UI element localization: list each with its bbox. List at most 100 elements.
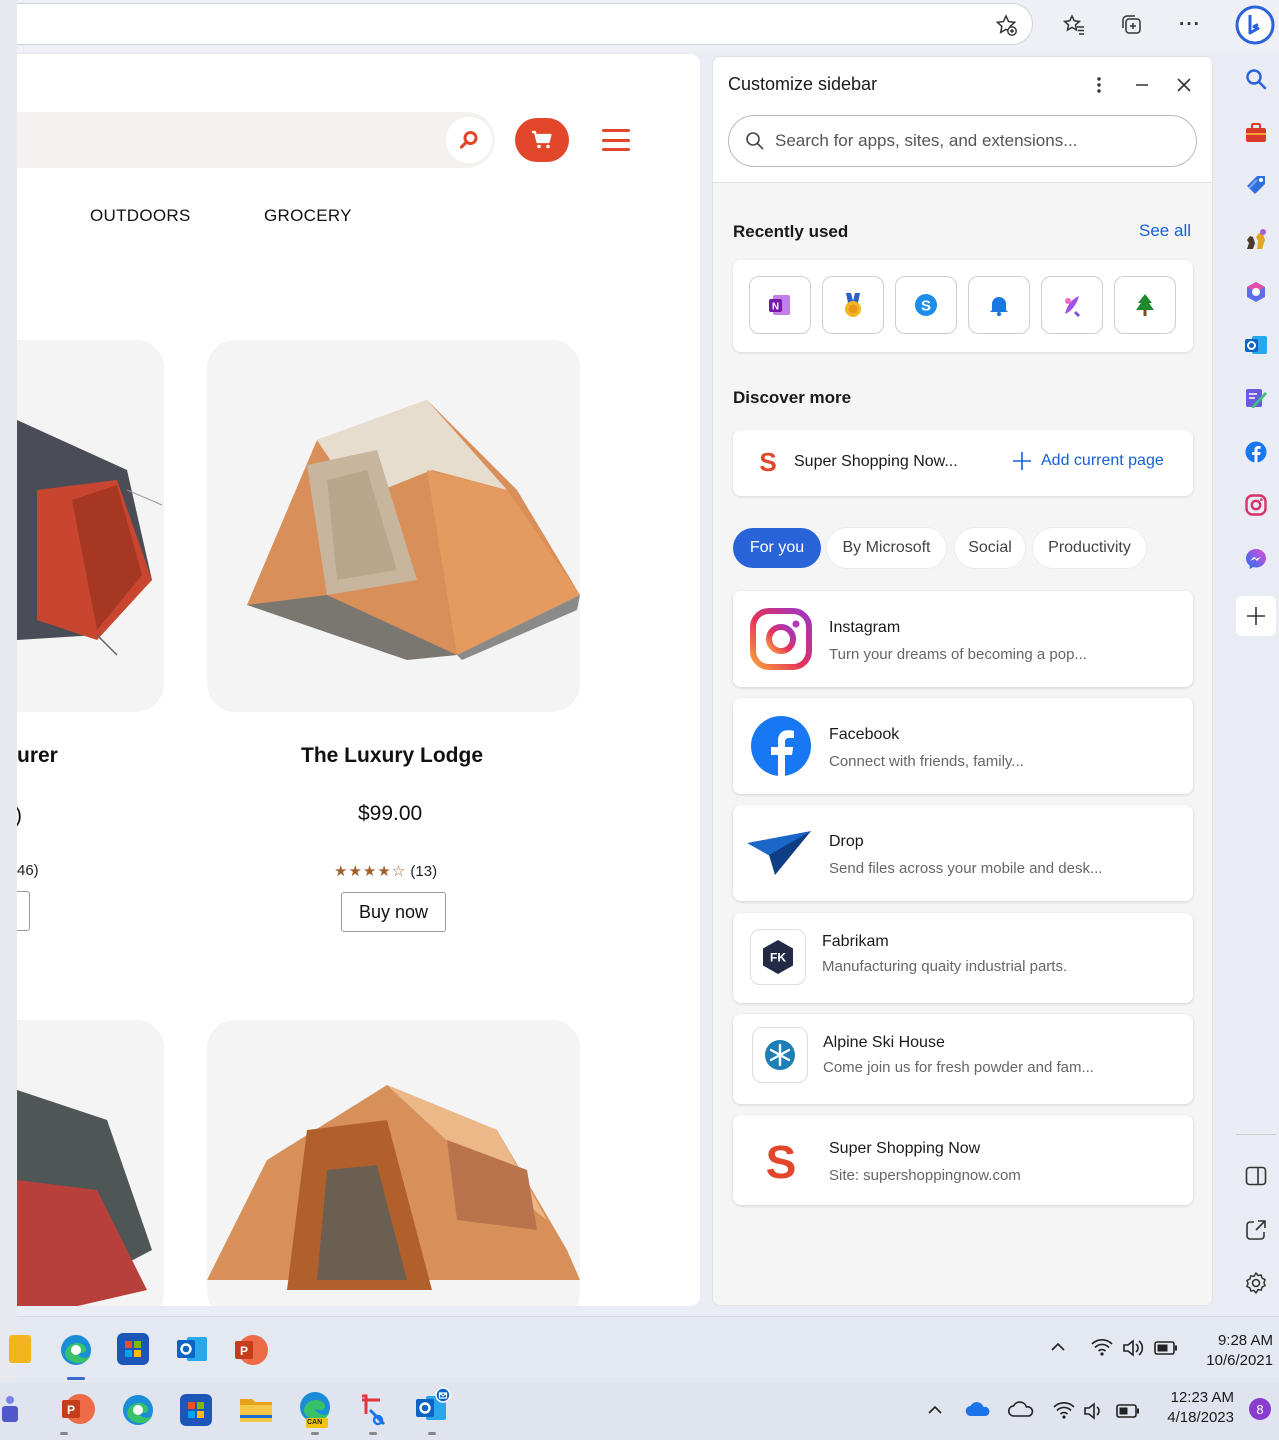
product-title[interactable]: The Luxury Lodge bbox=[301, 744, 483, 768]
messenger-icon[interactable] bbox=[1241, 544, 1271, 574]
tree-icon[interactable] bbox=[1114, 276, 1176, 334]
chip-for-you[interactable]: For you bbox=[733, 528, 821, 568]
chip-by-microsoft[interactable]: By Microsoft bbox=[827, 528, 946, 568]
cart-button[interactable] bbox=[515, 118, 569, 162]
chip-social[interactable]: Social bbox=[955, 528, 1025, 568]
edge-dev-icon[interactable] bbox=[120, 1392, 156, 1428]
favorites-icon[interactable] bbox=[1057, 8, 1091, 42]
app-card-instagram[interactable]: Instagram Turn your dreams of becoming a… bbox=[733, 591, 1193, 687]
chip-productivity[interactable]: Productivity bbox=[1033, 528, 1146, 568]
file-explorer-icon[interactable] bbox=[239, 1394, 273, 1424]
product-card-image[interactable] bbox=[17, 340, 164, 712]
add-current-page-button[interactable]: Add current page bbox=[1011, 450, 1164, 472]
battery-icon[interactable] bbox=[1116, 1404, 1140, 1423]
games-icon[interactable] bbox=[1241, 224, 1271, 254]
volume-icon[interactable] bbox=[1083, 1401, 1105, 1426]
teams-icon[interactable] bbox=[0, 1394, 18, 1424]
discover-more-title: Discover more bbox=[733, 388, 852, 407]
nav-outdoors[interactable]: OUTDOORS bbox=[90, 206, 191, 226]
app-card-drop[interactable]: Drop Send files across your mobile and d… bbox=[733, 805, 1193, 901]
app-card-facebook[interactable]: Facebook Connect with friends, family... bbox=[733, 698, 1193, 794]
product-rating: ★★★★☆ (13) bbox=[334, 862, 437, 880]
taskbar-primary: P 9:28 AM 10/6/2021 bbox=[9, 1316, 1279, 1382]
microsoft-365-icon[interactable] bbox=[1241, 277, 1271, 307]
super-shopping-logo-icon: S bbox=[761, 1136, 801, 1184]
search-icon[interactable] bbox=[1241, 64, 1271, 94]
outlook-icon[interactable] bbox=[414, 1386, 452, 1426]
open-external-icon[interactable] bbox=[1241, 1215, 1271, 1245]
super-shopping-logo-icon: S bbox=[757, 447, 779, 477]
chevron-up-icon[interactable] bbox=[927, 1402, 943, 1423]
app-card-fabrikam[interactable]: FK Fabrikam Manufacturing quaity industr… bbox=[733, 913, 1193, 1003]
app-name: Fabrikam bbox=[822, 933, 889, 950]
search-input[interactable] bbox=[775, 128, 1175, 154]
hamburger-menu-icon[interactable] bbox=[600, 125, 632, 155]
clock-date: 10/6/2021 bbox=[1206, 1352, 1273, 1369]
notification-badge[interactable]: 8 bbox=[1249, 1398, 1271, 1420]
shopping-tag-icon[interactable] bbox=[1241, 170, 1271, 200]
see-all-link[interactable]: See all bbox=[1139, 221, 1191, 241]
split-screen-icon[interactable] bbox=[1241, 1161, 1271, 1191]
snipping-tool-icon[interactable] bbox=[356, 1392, 390, 1428]
buy-now-button[interactable]: Buy now bbox=[341, 892, 446, 932]
nav-grocery[interactable]: GROCERY bbox=[264, 206, 352, 226]
bing-icon[interactable] bbox=[1234, 4, 1276, 46]
file-explorer-icon[interactable] bbox=[9, 1335, 31, 1363]
buy-now-button[interactable] bbox=[17, 891, 30, 931]
site-search-bar[interactable] bbox=[17, 112, 495, 168]
product-card-image[interactable] bbox=[17, 1020, 164, 1306]
outlook-icon[interactable] bbox=[1241, 330, 1271, 360]
more-options-icon[interactable] bbox=[1085, 71, 1113, 99]
close-icon[interactable] bbox=[1170, 71, 1198, 99]
alpine-snowflake-icon bbox=[752, 1027, 808, 1083]
svg-text:S: S bbox=[766, 1136, 797, 1184]
designer-icon[interactable] bbox=[1041, 276, 1103, 334]
clock-primary[interactable]: 9:28 AM 10/6/2021 bbox=[1206, 1331, 1273, 1371]
search-icon[interactable] bbox=[446, 117, 492, 163]
product-card-image[interactable] bbox=[207, 340, 580, 712]
skype-icon[interactable]: S bbox=[895, 276, 957, 334]
rewards-icon[interactable] bbox=[822, 276, 884, 334]
panel-header: Customize sidebar bbox=[713, 57, 1212, 183]
product-card-image[interactable] bbox=[207, 1020, 580, 1306]
notifications-icon[interactable] bbox=[968, 276, 1030, 334]
wifi-icon[interactable] bbox=[1090, 1337, 1114, 1362]
collections-icon[interactable] bbox=[1115, 8, 1149, 42]
app-card-alpine-ski-house[interactable]: Alpine Ski House Come join us for fresh … bbox=[733, 1014, 1193, 1104]
instagram-icon[interactable] bbox=[1241, 490, 1271, 520]
panel-search-field[interactable] bbox=[728, 115, 1197, 167]
rating-count: (13) bbox=[410, 863, 438, 880]
cart-icon bbox=[532, 130, 552, 149]
store-icon[interactable] bbox=[180, 1394, 212, 1426]
edge-canary-icon[interactable]: CAN bbox=[297, 1390, 333, 1430]
more-icon[interactable]: ··· bbox=[1173, 8, 1207, 42]
powerpoint-icon[interactable]: P bbox=[60, 1392, 96, 1426]
tools-icon[interactable] bbox=[1241, 118, 1271, 148]
editor-icon[interactable] bbox=[1241, 383, 1271, 413]
address-bar[interactable] bbox=[17, 3, 1033, 45]
settings-gear-icon[interactable] bbox=[1241, 1268, 1271, 1298]
minimize-icon[interactable] bbox=[1128, 71, 1156, 99]
store-icon[interactable] bbox=[117, 1333, 149, 1365]
app-description: Connect with friends, family... bbox=[829, 753, 1024, 770]
powerpoint-icon[interactable]: P bbox=[233, 1333, 269, 1367]
plus-icon bbox=[1013, 452, 1031, 470]
onenote-icon[interactable]: N bbox=[749, 276, 811, 334]
outlook-icon[interactable] bbox=[175, 1333, 209, 1365]
volume-icon[interactable] bbox=[1122, 1338, 1146, 1363]
active-indicator bbox=[67, 1377, 85, 1380]
svg-text:N: N bbox=[772, 302, 779, 313]
product-title[interactable]: urer bbox=[17, 744, 58, 768]
add-sidebar-app-icon[interactable] bbox=[1236, 596, 1276, 636]
chevron-up-icon[interactable] bbox=[1050, 1339, 1066, 1360]
onedrive-icon[interactable] bbox=[965, 1400, 991, 1423]
onedrive-personal-icon[interactable] bbox=[1007, 1400, 1034, 1423]
favorite-add-icon[interactable] bbox=[989, 8, 1023, 42]
clock-secondary[interactable]: 12:23 AM 4/18/2023 bbox=[1167, 1388, 1234, 1428]
wifi-icon[interactable] bbox=[1052, 1400, 1076, 1425]
search-icon bbox=[746, 132, 764, 150]
app-card-super-shopping-now[interactable]: S Super Shopping Now Site: supershopping… bbox=[733, 1115, 1193, 1205]
facebook-icon[interactable] bbox=[1241, 437, 1271, 467]
battery-icon[interactable] bbox=[1154, 1341, 1178, 1360]
edge-icon[interactable] bbox=[57, 1331, 95, 1369]
